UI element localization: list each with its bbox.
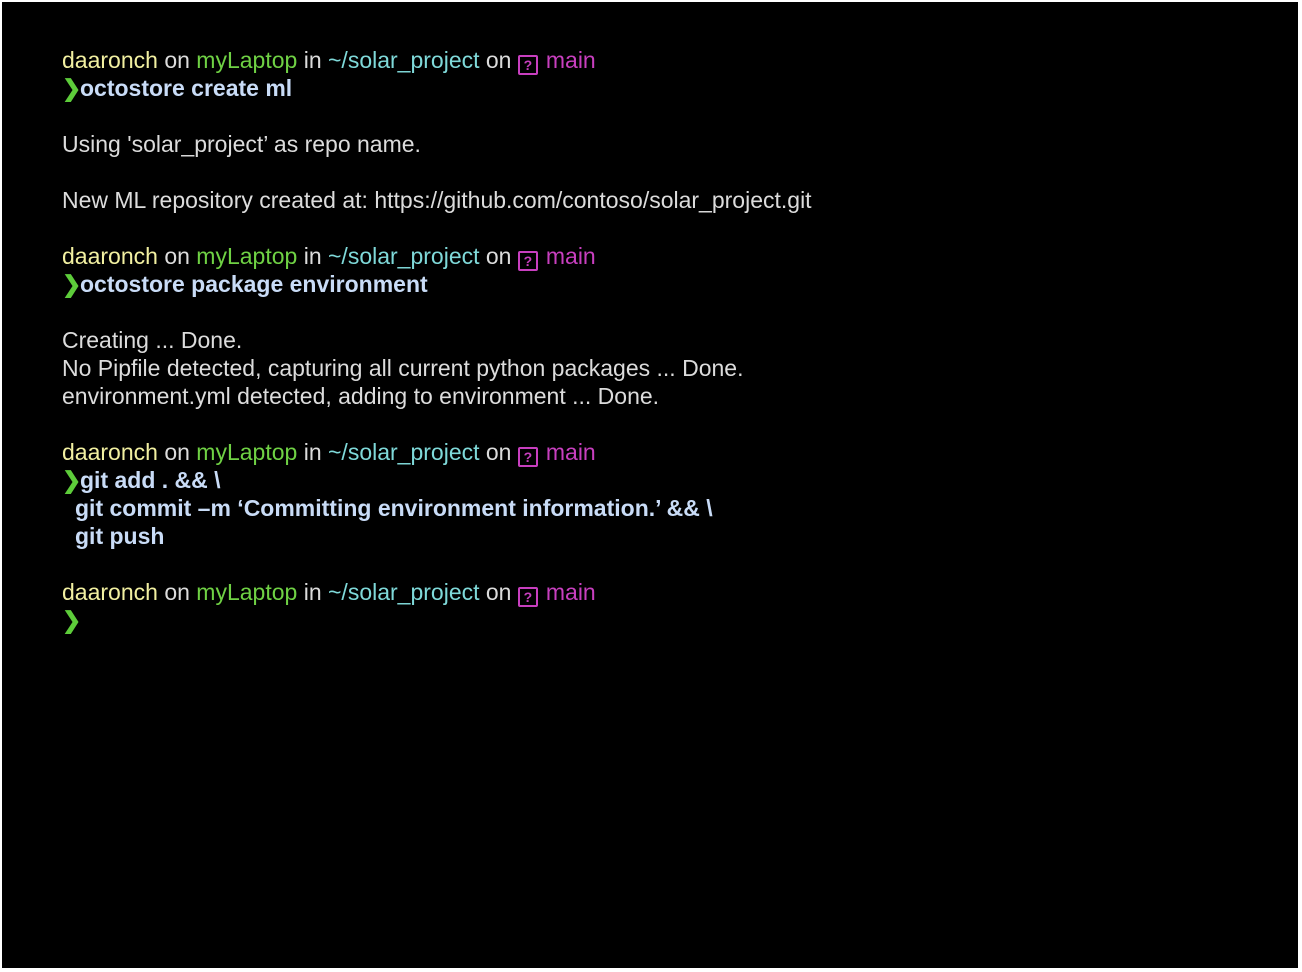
command-text: git commit –m ‘Committing environment in… xyxy=(75,495,713,521)
prompt-branch: main xyxy=(545,579,596,605)
prompt-in-text: in xyxy=(303,439,322,465)
git-branch-icon: ? xyxy=(517,251,538,271)
command-continuation-line[interactable]: git commit –m ‘Committing environment in… xyxy=(62,494,1298,522)
command-line[interactable]: ❯octostore package environment xyxy=(62,270,1298,298)
prompt-on-text: on xyxy=(485,439,512,465)
prompt-user: daaronch xyxy=(62,439,158,465)
active-command-input[interactable]: ❯ xyxy=(62,606,1298,634)
prompt-on-text: on xyxy=(164,439,190,465)
prompt-directory: ~/solar_project xyxy=(328,439,480,465)
prompt-directory: ~/solar_project xyxy=(328,243,480,269)
prompt-user: daaronch xyxy=(62,47,158,73)
output-line: Creating ... Done. xyxy=(62,327,243,353)
output-line: environment.yml detected, adding to envi… xyxy=(62,383,660,409)
command-text: octostore package environment xyxy=(80,271,428,297)
prompt-in-text: in xyxy=(303,579,322,605)
output-line: New ML repository created at: https://gi… xyxy=(62,187,812,213)
prompt-on-text: on xyxy=(164,579,190,605)
command-text: git add . && \ xyxy=(80,467,221,493)
prompt-chevron-icon: ❯ xyxy=(62,271,82,297)
prompt-on-text: on xyxy=(164,243,190,269)
command-line[interactable]: ❯octostore create ml xyxy=(62,74,1298,102)
prompt-host: myLaptop xyxy=(196,47,298,73)
prompt-chevron-icon: ❯ xyxy=(62,467,82,493)
prompt-chevron-icon: ❯ xyxy=(62,75,82,101)
prompt-branch: main xyxy=(545,47,596,73)
git-branch-icon: ? xyxy=(517,587,538,607)
prompt-on-text: on xyxy=(485,47,512,73)
git-branch-icon: ? xyxy=(517,55,538,75)
prompt-line: daaronch on myLaptop in ~/solar_project … xyxy=(62,242,1298,271)
command-line[interactable]: ❯git add . && \ xyxy=(62,466,1298,494)
prompt-on-text: on xyxy=(164,47,190,73)
prompt-host: myLaptop xyxy=(196,439,298,465)
command-continuation-line[interactable]: git push xyxy=(62,522,1298,550)
prompt-in-text: in xyxy=(303,243,322,269)
prompt-host: myLaptop xyxy=(196,579,298,605)
terminal-window[interactable]: daaronch on myLaptop in ~/solar_project … xyxy=(2,2,1298,968)
prompt-line: daaronch on myLaptop in ~/solar_project … xyxy=(62,438,1298,467)
prompt-directory: ~/solar_project xyxy=(328,47,480,73)
prompt-on-text: on xyxy=(485,243,512,269)
prompt-chevron-icon: ❯ xyxy=(62,607,82,633)
git-branch-icon: ? xyxy=(517,447,538,467)
prompt-in-text: in xyxy=(303,47,322,73)
prompt-branch: main xyxy=(545,243,596,269)
prompt-directory: ~/solar_project xyxy=(328,579,480,605)
prompt-on-text: on xyxy=(485,579,512,605)
prompt-user: daaronch xyxy=(62,243,158,269)
prompt-branch: main xyxy=(545,439,596,465)
output-line: No Pipfile detected, capturing all curre… xyxy=(62,355,744,381)
command-text: git push xyxy=(75,523,165,549)
prompt-host: myLaptop xyxy=(196,243,298,269)
command-text: octostore create ml xyxy=(80,75,293,101)
prompt-user: daaronch xyxy=(62,579,158,605)
prompt-line: daaronch on myLaptop in ~/solar_project … xyxy=(62,46,1298,75)
prompt-line: daaronch on myLaptop in ~/solar_project … xyxy=(62,578,1298,607)
output-line: Using 'solar_project’ as repo name. xyxy=(62,131,421,157)
